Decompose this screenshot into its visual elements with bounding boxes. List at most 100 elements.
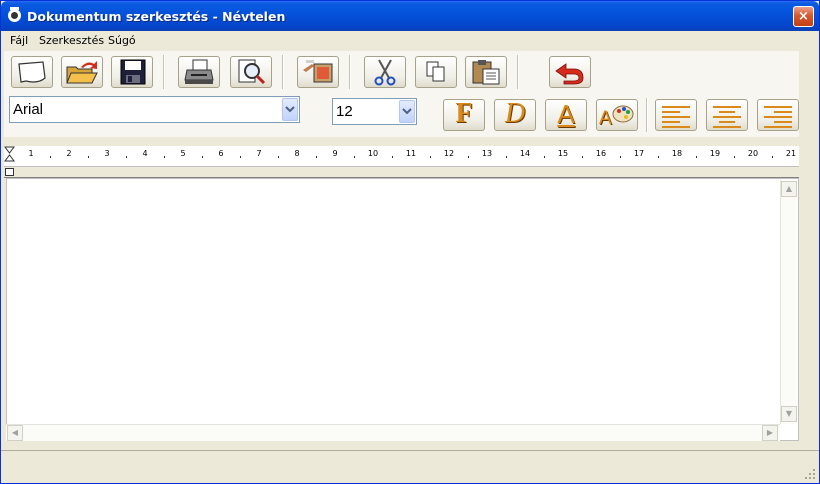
open-folder-icon xyxy=(66,61,98,84)
cut-button[interactable] xyxy=(364,56,406,88)
chevron-down-icon xyxy=(285,106,295,113)
ruler[interactable]: 1 2 3 4 5 6 7 8 9 10 11 12 13 14 15 16 17 18 19 20 21 xyxy=(4,146,799,167)
bold-icon: F xyxy=(455,98,473,129)
font-size-value: 12 xyxy=(336,103,353,120)
resize-grip-icon[interactable] xyxy=(804,468,816,480)
italic-button[interactable]: D xyxy=(494,98,536,131)
font-name-combo[interactable]: Arial xyxy=(9,96,300,123)
ruler-number: 3 xyxy=(104,149,110,158)
ruler-number: 8 xyxy=(294,149,300,158)
ruler-number: 14 xyxy=(519,149,531,158)
toolbar-separator xyxy=(163,55,165,89)
align-left-icon xyxy=(662,106,690,128)
ruler-number: 5 xyxy=(180,149,186,158)
ruler-tick xyxy=(240,156,241,158)
ruler-number: 4 xyxy=(142,149,148,158)
print-preview-button[interactable] xyxy=(230,56,272,88)
floppy-disk-icon xyxy=(120,59,146,85)
copy-icon xyxy=(426,61,445,82)
ruler-tick xyxy=(772,156,773,158)
save-button[interactable] xyxy=(111,56,153,88)
ruler-tick xyxy=(202,156,203,158)
ruler-tick xyxy=(392,156,393,158)
ruler-number: 16 xyxy=(595,149,607,158)
ruler-number: 20 xyxy=(747,149,759,158)
copy-button[interactable] xyxy=(415,56,457,88)
paste-button[interactable] xyxy=(465,56,507,88)
ruler-number: 1 xyxy=(28,149,34,158)
title-bar[interactable]: Dokumentum szerkesztés - Névtelen × xyxy=(1,1,819,31)
underline-icon: A xyxy=(557,99,575,129)
font-size-combo[interactable]: 12 xyxy=(332,98,417,125)
close-button[interactable]: × xyxy=(793,6,814,27)
align-right-icon xyxy=(764,106,792,128)
open-button[interactable] xyxy=(61,56,103,88)
print-button[interactable] xyxy=(178,56,220,88)
ruler-tick xyxy=(468,156,469,158)
insert-image-icon xyxy=(303,60,333,83)
app-icon xyxy=(8,7,21,22)
new-document-button[interactable] xyxy=(11,56,53,88)
ruler-tick xyxy=(658,156,659,158)
print-preview-icon xyxy=(238,59,266,85)
align-center-button[interactable] xyxy=(706,99,748,131)
new-document-icon xyxy=(18,61,46,83)
ruler-tick xyxy=(734,156,735,158)
ruler-number: 13 xyxy=(481,149,493,158)
ruler-number: 2 xyxy=(66,149,72,158)
insert-image-button[interactable] xyxy=(297,56,339,88)
application-window: Dokumentum szerkesztés - Névtelen × Fájl… xyxy=(0,0,820,484)
align-center-icon xyxy=(713,106,741,128)
menu-file[interactable]: Fájl xyxy=(10,34,28,47)
ruler-tick xyxy=(278,156,279,158)
ruler-tick xyxy=(544,156,545,158)
italic-icon: D xyxy=(504,98,526,129)
text-color-letter: A xyxy=(599,108,612,129)
printer-icon xyxy=(184,59,214,84)
font-name-value: Arial xyxy=(13,101,44,118)
toolbar-separator xyxy=(282,55,284,89)
chevron-down-icon xyxy=(402,108,412,115)
color-palette-icon xyxy=(612,105,634,123)
ruler-number: 10 xyxy=(367,149,379,158)
scroll-up-button[interactable]: ▲ xyxy=(781,181,797,197)
ruler-tick xyxy=(620,156,621,158)
menu-help[interactable]: Súgó xyxy=(108,34,136,47)
scroll-down-button[interactable]: ▼ xyxy=(781,406,797,422)
ruler-tick xyxy=(696,156,697,158)
vertical-scrollbar[interactable]: ▲ ▼ xyxy=(780,180,797,424)
underline-button[interactable]: A xyxy=(545,99,587,131)
align-left-button[interactable] xyxy=(655,99,697,131)
ruler-tick xyxy=(50,156,51,158)
ruler-number: 17 xyxy=(633,149,645,158)
menu-edit[interactable]: Szerkesztés xyxy=(39,34,104,47)
ruler-number: 19 xyxy=(709,149,721,158)
ruler-tick xyxy=(88,156,89,158)
scissors-icon xyxy=(374,59,396,86)
font-size-dropdown-button[interactable] xyxy=(399,100,415,123)
left-margin-marker-icon[interactable] xyxy=(5,168,15,177)
text-color-button[interactable]: A xyxy=(596,99,638,131)
menu-bar: Fájl Szerkesztés Súgó xyxy=(1,31,819,50)
ruler-number: 9 xyxy=(332,149,338,158)
font-name-dropdown-button[interactable] xyxy=(282,98,298,121)
ruler-tick xyxy=(506,156,507,158)
toolbar-separator xyxy=(349,55,351,89)
ruler-number: 15 xyxy=(557,149,569,158)
document-editor[interactable] xyxy=(6,178,799,441)
indent-marker-icon[interactable] xyxy=(4,146,16,166)
scroll-right-button[interactable]: ▶ xyxy=(762,425,778,441)
toolbar-separator xyxy=(517,55,519,89)
paste-icon xyxy=(472,60,500,85)
undo-button[interactable] xyxy=(549,56,591,88)
ruler-number: 11 xyxy=(405,149,417,158)
align-right-button[interactable] xyxy=(757,99,799,131)
bold-button[interactable]: F xyxy=(443,98,485,131)
ruler-number: 21 xyxy=(785,149,797,158)
horizontal-scrollbar[interactable]: ◀ ▶ xyxy=(6,424,780,441)
ruler-number: 12 xyxy=(443,149,455,158)
ruler-tick xyxy=(126,156,127,158)
ruler-number: 7 xyxy=(256,149,262,158)
scroll-left-button[interactable]: ◀ xyxy=(7,425,23,441)
status-bar xyxy=(1,450,819,483)
